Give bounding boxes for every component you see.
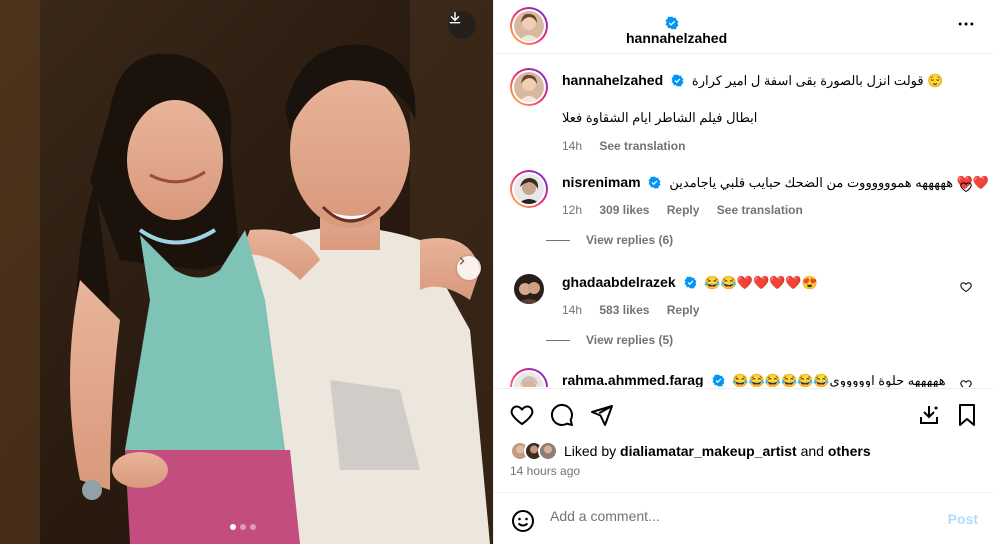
- comment-likes[interactable]: 583 likes: [599, 303, 649, 317]
- save-to-collection-button[interactable]: [917, 403, 941, 432]
- download-button[interactable]: [448, 11, 476, 39]
- view-replies-button[interactable]: View replies (5): [546, 333, 673, 347]
- comment-icon: [550, 403, 573, 426]
- comment-button[interactable]: [550, 403, 574, 432]
- verified-badge-icon: [671, 73, 684, 91]
- view-replies-label: View replies (6): [586, 233, 674, 247]
- liked-by-prefix: Liked by: [564, 443, 617, 459]
- emoji-button[interactable]: [511, 509, 535, 538]
- caption-username[interactable]: hannahelzahed: [562, 72, 663, 88]
- smiley-icon: [512, 510, 534, 532]
- comment-like-button[interactable]: [960, 280, 972, 298]
- view-replies-label: View replies (5): [586, 333, 674, 347]
- carousel-dot: [240, 524, 246, 530]
- post-details-panel: hannahelzahed hannahelzahed قولت انزل با…: [493, 0, 993, 544]
- comments-list[interactable]: hannahelzahed قولت انزل بالصورة بقى اسفة…: [494, 55, 993, 387]
- comment-item: ghadaabdelrazek 😂😂❤️❤️❤️❤️😍 14h 583 like…: [510, 270, 980, 340]
- see-translation-link[interactable]: See translation: [717, 203, 803, 217]
- comment-username[interactable]: nisrenimam: [562, 174, 641, 190]
- reply-button[interactable]: Reply: [667, 303, 700, 317]
- avatar[interactable]: [510, 368, 548, 387]
- post-time[interactable]: 14 hours ago: [510, 464, 580, 478]
- bookmark-icon: [959, 404, 975, 426]
- comment-time[interactable]: 12h: [562, 203, 582, 217]
- like-button[interactable]: [510, 403, 534, 432]
- more-horizontal-icon: [958, 22, 974, 26]
- caption-time[interactable]: 14h: [562, 139, 582, 153]
- comment-username[interactable]: ghadaabdelrazek: [562, 274, 676, 290]
- photo-image: [0, 0, 493, 544]
- carousel-indicator: [230, 524, 256, 530]
- share-icon: [591, 405, 613, 426]
- view-replies-button[interactable]: View replies (6): [546, 233, 673, 247]
- verified-badge-icon: [712, 373, 725, 387]
- share-button[interactable]: [590, 403, 614, 432]
- verified-badge-icon: [665, 16, 679, 35]
- next-photo-button[interactable]: [457, 256, 481, 280]
- avatar: [538, 441, 558, 461]
- heart-icon: [960, 380, 972, 387]
- comment-text: 😂😂❤️❤️❤️❤️😍: [704, 275, 818, 290]
- caption: hannahelzahed قولت انزل بالصورة بقى اسفة…: [510, 68, 980, 168]
- caption-text-line1: قولت انزل بالصورة بقى اسفة ل امير كرارة …: [691, 73, 944, 88]
- caption-line2-text: ابطال فيلم الشاطر ايام الشقاوة فعلا: [562, 110, 758, 125]
- post-header: hannahelzahed: [494, 0, 993, 54]
- avatar[interactable]: [510, 7, 548, 45]
- liked-by: Liked by dialiamatar_makeup_artist and o…: [510, 440, 871, 462]
- comment-like-button[interactable]: [960, 180, 972, 198]
- comment-username[interactable]: rahma.ahmmed.farag: [562, 372, 704, 387]
- comment-text: 😂😂😂😂😂😂هههههه حلوة اوووووي: [732, 373, 946, 387]
- verified-badge-icon: [684, 275, 697, 293]
- bookmark-button[interactable]: [956, 403, 978, 432]
- comment-item: rahma.ahmmed.farag 😂😂😂😂😂😂هههههه حلوة اوو…: [510, 368, 980, 387]
- avatar[interactable]: [510, 170, 548, 208]
- comment-likes[interactable]: 309 likes: [599, 203, 649, 217]
- reply-button[interactable]: Reply: [667, 203, 700, 217]
- liked-by-user-link[interactable]: dialiamatar_makeup_artist: [620, 443, 797, 459]
- avatar[interactable]: [510, 68, 548, 106]
- heart-icon: [960, 182, 972, 193]
- liked-by-others-link[interactable]: others: [828, 443, 871, 459]
- see-translation-link[interactable]: See translation: [599, 139, 685, 153]
- download-collection-icon: [920, 406, 938, 424]
- liked-by-and: and: [800, 443, 824, 459]
- avatar[interactable]: [510, 270, 548, 308]
- post-photo[interactable]: [0, 0, 493, 544]
- comment-time[interactable]: 14h: [562, 303, 582, 317]
- comment-text: هههههه همووووووت من الضحك حبايب قلبي ياج…: [669, 175, 990, 190]
- verified-badge-icon: [648, 175, 661, 193]
- more-options-button[interactable]: [956, 14, 976, 39]
- action-bar: [494, 388, 993, 438]
- carousel-dot: [230, 524, 236, 530]
- heart-icon: [510, 405, 534, 426]
- comment-item: nisrenimam هههههه همووووووت من الضحك حبا…: [510, 170, 989, 240]
- heart-icon: [960, 282, 972, 293]
- caption-text-line2: ابطال فيلم الشاطر ايام الشقاوة فعلا: [562, 109, 957, 127]
- comment-like-button[interactable]: [960, 378, 972, 387]
- add-comment-bar: Post: [494, 492, 993, 544]
- comment-input[interactable]: [550, 508, 920, 524]
- carousel-dot: [250, 524, 256, 530]
- post-comment-button[interactable]: Post: [948, 511, 978, 527]
